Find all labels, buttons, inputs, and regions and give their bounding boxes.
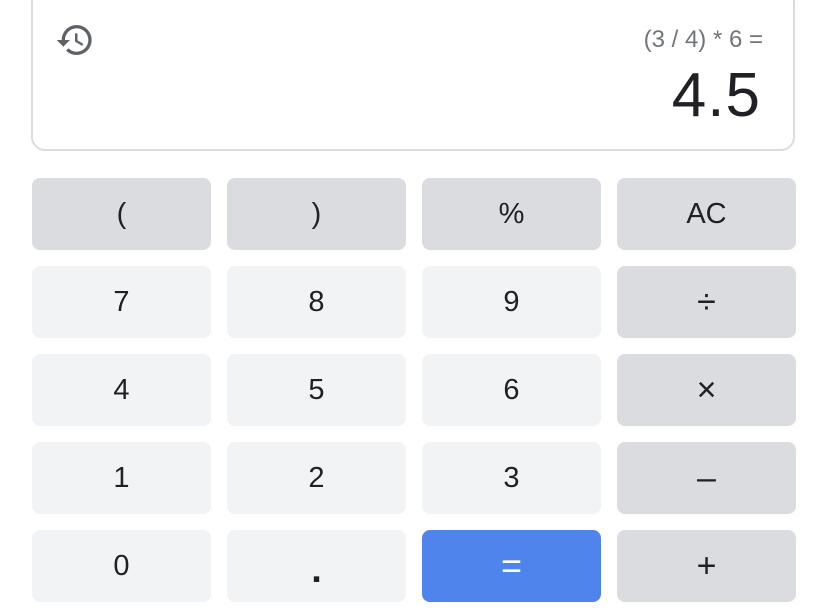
expression-text: (3 / 4) * 6 = [643,26,763,53]
key-all-clear[interactable]: AC [617,178,796,250]
keypad: ()% AC 7 8 9 ÷ 4 5 6 × 1 2 3– 0. = + [32,178,796,602]
key-7[interactable]: 7 [32,266,211,338]
key-multiply[interactable]: × [617,354,796,426]
key-equals[interactable]: = [422,530,601,602]
key-3[interactable]: 3 [422,442,601,514]
key-4[interactable]: 4 [32,354,211,426]
calculator: (3 / 4) * 6 = 4.5 ()% AC 7 8 9 ÷ 4 5 6 × 1 2 3– 0. = + [0,0,828,609]
result-text: 4.5 [671,61,761,130]
history-icon [56,25,92,56]
key-decimal[interactable]: . [227,530,406,602]
key-2[interactable]: 2 [227,442,406,514]
key-1[interactable]: 1 [32,442,211,514]
key-divide[interactable]: ÷ [617,266,796,338]
key-close-paren[interactable]: ) [227,178,406,250]
key-5[interactable]: 5 [227,354,406,426]
key-percent[interactable]: % [422,178,601,250]
key-open-paren[interactable]: ( [32,178,211,250]
history-button[interactable] [53,18,97,62]
key-6[interactable]: 6 [422,354,601,426]
calculator-display: (3 / 4) * 6 = 4.5 [31,0,795,151]
key-9[interactable]: 9 [422,266,601,338]
key-add[interactable]: + [617,530,796,602]
key-subtract[interactable]: – [617,442,796,514]
key-8[interactable]: 8 [227,266,406,338]
key-0[interactable]: 0 [32,530,211,602]
